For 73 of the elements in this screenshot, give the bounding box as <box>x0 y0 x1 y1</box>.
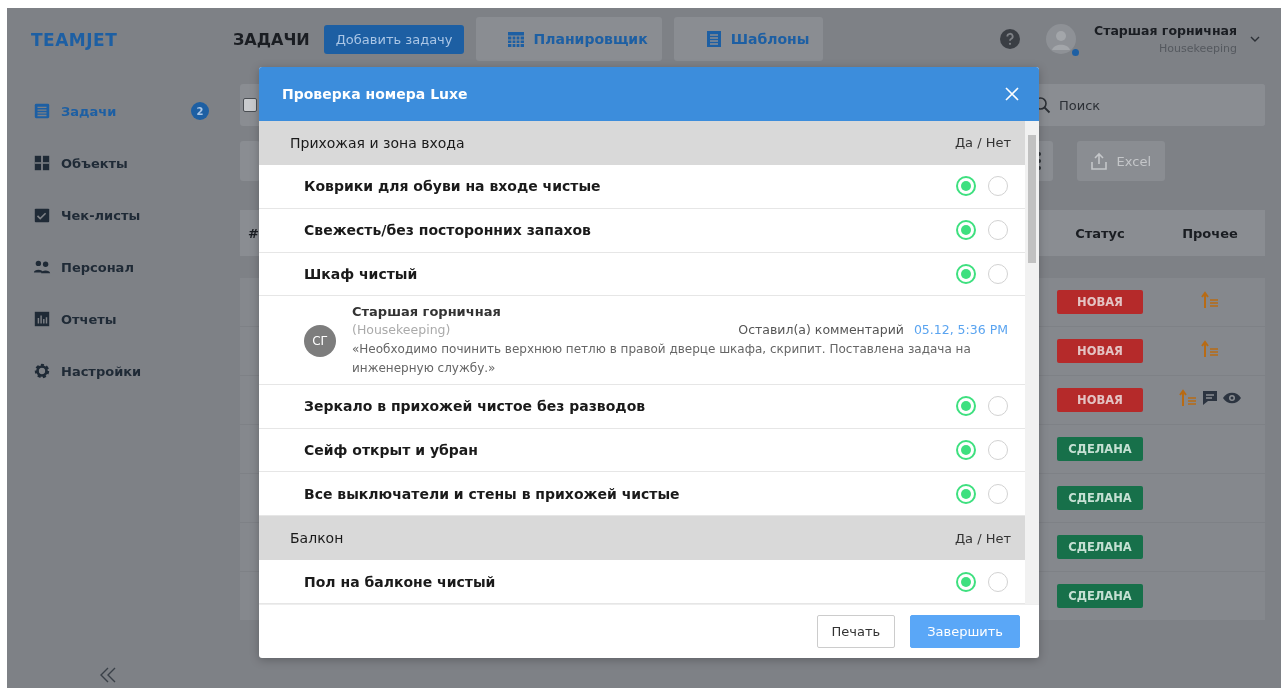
no-radio[interactable] <box>988 264 1008 285</box>
answer-header: Да / Нет <box>954 530 1011 546</box>
checklist-icon <box>33 206 51 224</box>
calendar-icon <box>507 30 526 48</box>
checklist-item: Коврики для обуви на входе чистые <box>304 178 601 195</box>
comment-action: Оставил(а) комментарий <box>738 322 904 338</box>
finish-button[interactable]: Завершить <box>910 615 1020 648</box>
select-all-checkbox[interactable] <box>243 98 257 112</box>
status-badge: НОВАЯ <box>1057 339 1143 363</box>
column-header[interactable]: Прочее <box>1155 225 1265 241</box>
gear-icon <box>33 362 51 380</box>
yes-radio[interactable] <box>956 220 976 241</box>
document-icon <box>704 30 723 48</box>
sidebar-item[interactable]: Настройки <box>33 346 209 396</box>
comment-author: Старшая горничная <box>352 304 501 320</box>
toolbar-button[interactable] <box>240 141 260 181</box>
sidebar-item[interactable]: Отчеты <box>33 294 209 344</box>
yes-radio[interactable] <box>956 396 976 417</box>
priority-icon <box>1200 339 1220 359</box>
no-radio[interactable] <box>988 220 1008 241</box>
no-radio[interactable] <box>988 440 1008 460</box>
checklist-item: Зеркало в прихожей чистое без разводов <box>304 398 646 415</box>
objects-icon <box>33 154 51 172</box>
status-badge: СДЕЛАНА <box>1057 437 1143 461</box>
yes-radio[interactable] <box>956 176 976 197</box>
sidebar-item[interactable]: Персонал <box>33 242 209 292</box>
status-badge: НОВАЯ <box>1057 290 1143 314</box>
people-icon <box>33 258 51 276</box>
help-icon[interactable] <box>999 29 1020 49</box>
answer-header: Да / Нет <box>954 135 1011 151</box>
user-name[interactable]: Старшая горничная <box>1093 23 1237 38</box>
status-badge: СДЕЛАНА <box>1057 584 1143 608</box>
count-badge: 2 <box>191 102 209 120</box>
yes-radio[interactable] <box>956 440 976 460</box>
column-header[interactable]: Статус <box>1045 225 1155 241</box>
comment-time: 05.12, 5:36 PM <box>913 322 1008 338</box>
yes-radio[interactable] <box>956 483 976 504</box>
templates-button[interactable]: Шаблоны <box>673 17 824 61</box>
yes-radio[interactable] <box>956 571 976 592</box>
priority-icon <box>1200 290 1220 310</box>
close-icon[interactable] <box>1005 87 1019 101</box>
no-radio[interactable] <box>988 571 1008 592</box>
sidebar-item[interactable]: Объекты <box>33 138 209 188</box>
yes-radio[interactable] <box>956 264 976 285</box>
checklist-item: Пол на балконе чистый <box>304 573 496 590</box>
no-radio[interactable] <box>988 176 1008 197</box>
print-button[interactable]: Печать <box>816 615 896 648</box>
sidebar-item[interactable]: Чек-листы <box>33 190 209 240</box>
comment-text: «Необходимо починить верхнюю петлю в правой дверце шкафа, скрипит. Поставлена задача на инженерную службу.» <box>352 341 972 378</box>
checklist-item: Все выключатели и стены в прихожей чистые <box>304 485 680 502</box>
section-title: Балкон <box>290 530 344 547</box>
status-badge: СДЕЛАНА <box>1057 535 1143 559</box>
avatar-icon[interactable] <box>1045 24 1076 54</box>
section-title: Прихожая и зона входа <box>290 134 465 151</box>
author-avatar: СГ <box>304 325 336 358</box>
chart-icon <box>33 310 51 328</box>
dialog-title: Проверка номера Luxe <box>282 86 468 102</box>
author-role: (Housekeeping) <box>352 322 451 338</box>
page-title: ЗАДАЧИ <box>233 29 310 49</box>
priority-icon <box>1178 388 1198 408</box>
checklist-item: Сейф открыт и убран <box>304 442 478 458</box>
comment-icon[interactable] <box>1200 388 1220 408</box>
checklist-item: Свежесть/без посторонних запахов <box>304 222 591 239</box>
add-task-button[interactable]: Добавить задачу <box>323 24 465 54</box>
sidebar-item[interactable]: Задачи 2 <box>33 86 209 136</box>
status-badge: НОВАЯ <box>1057 388 1143 412</box>
status-badge: СДЕЛАНА <box>1057 486 1143 510</box>
upload-icon <box>1090 152 1107 170</box>
no-radio[interactable] <box>988 483 1008 504</box>
planner-button[interactable]: Планировщик <box>476 17 662 61</box>
list-icon <box>33 102 51 120</box>
no-radio[interactable] <box>988 396 1008 417</box>
checklist-item: Шкаф чистый <box>304 266 418 283</box>
